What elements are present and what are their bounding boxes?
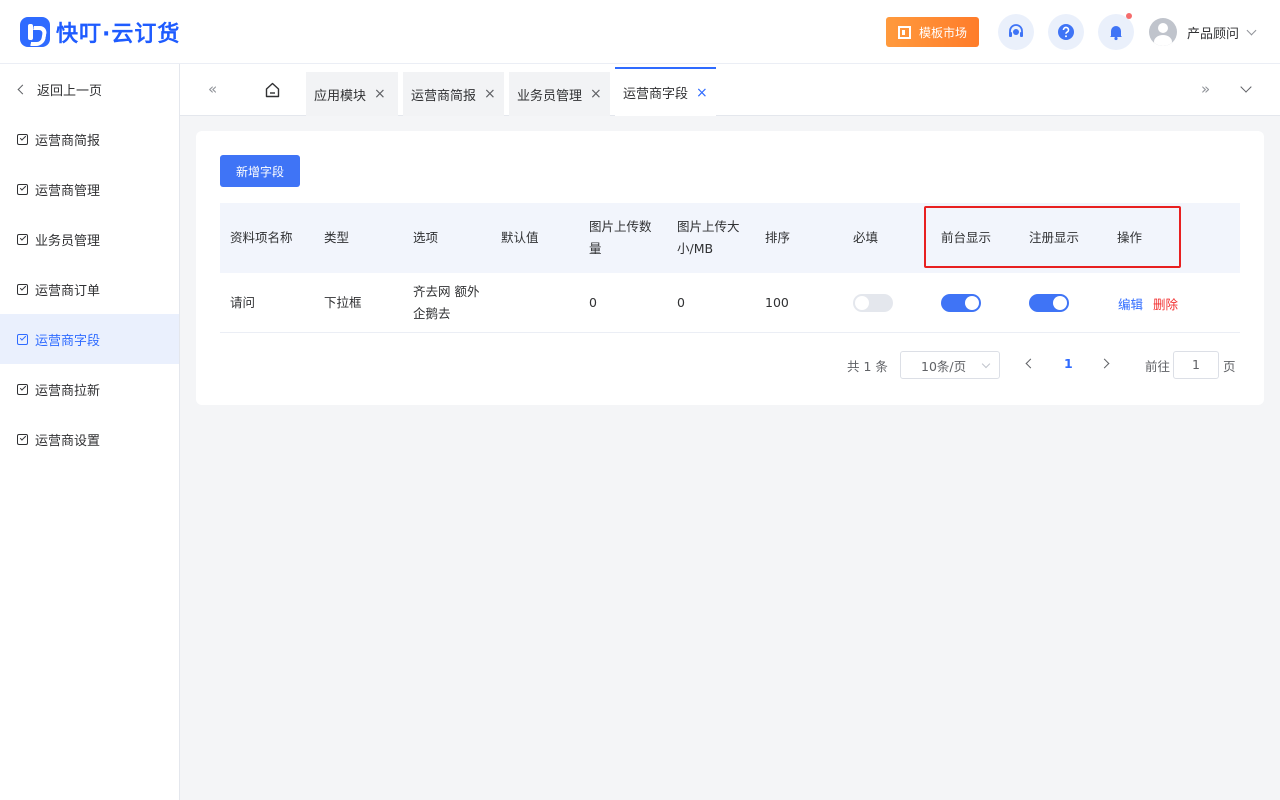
tab-operator-fields[interactable]: 运营商字段 × [615, 67, 716, 116]
close-icon[interactable]: × [696, 85, 708, 101]
chevron-down-icon [981, 359, 991, 369]
sidebar-item-label: 运营商设置 [35, 433, 101, 449]
page-size-select[interactable]: 10条/页 [900, 351, 1000, 379]
back-label: 返回上一页 [37, 83, 103, 99]
cell-name: 请问 [230, 295, 256, 310]
column-header: 必填 [853, 230, 879, 245]
top-header: 快叮·云订货 [0, 0, 1280, 64]
sidebar-item-operator-fields[interactable]: 运营商字段 [0, 314, 179, 364]
column-header: 图片上传大小/MB [677, 219, 740, 256]
goto-page-input[interactable]: 1 [1173, 351, 1219, 379]
checkbox-icon [17, 133, 28, 145]
column-header: 类型 [324, 230, 350, 245]
close-icon[interactable]: × [374, 86, 386, 102]
customer-service-button[interactable] [998, 14, 1034, 50]
template-market-button[interactable]: 模板市场 [886, 17, 979, 47]
page-size-value: 10条/页 [921, 358, 967, 374]
headset-icon [1009, 24, 1023, 37]
tab-operator-brief[interactable]: 运营商简报 × [403, 72, 504, 116]
column-header: 排序 [765, 230, 791, 245]
sidebar-item-label: 运营商简报 [35, 133, 101, 149]
checkbox-icon [17, 233, 28, 245]
sidebar-item-salesman-management[interactable]: 业务员管理 [0, 214, 179, 264]
tab-label: 业务员管理 [517, 88, 583, 104]
page-suffix: 页 [1223, 359, 1236, 374]
user-avatar[interactable] [1149, 18, 1177, 46]
delete-link[interactable]: 删除 [1153, 294, 1178, 313]
cell-sort: 100 [765, 295, 789, 310]
sidebar-item-label: 运营商管理 [35, 183, 101, 199]
register-display-switch[interactable] [1029, 294, 1069, 312]
bell-icon [1110, 26, 1122, 41]
cell-default [501, 273, 581, 333]
sidebar-item-label: 运营商字段 [35, 333, 101, 349]
help-icon [1058, 24, 1074, 40]
cell-img-size: 0 [677, 295, 685, 310]
switch-knob [855, 296, 869, 310]
sidebar-item-label: 业务员管理 [35, 233, 101, 249]
notification-dot [1126, 13, 1132, 19]
column-header: 选项 [413, 230, 439, 245]
required-switch[interactable] [853, 294, 893, 312]
template-market-label: 模板市场 [918, 25, 967, 40]
checkbox-icon [17, 333, 28, 345]
cell-type: 下拉框 [324, 295, 362, 310]
template-icon [897, 25, 911, 39]
edit-link[interactable]: 编辑 [1118, 294, 1143, 313]
switch-knob [1053, 296, 1067, 310]
double-chevron-left-icon[interactable]: « [208, 82, 217, 97]
front-display-switch[interactable] [941, 294, 981, 312]
column-header: 默认值 [501, 230, 539, 245]
sidebar-item-operator-orders[interactable]: 运营商订单 [0, 264, 179, 314]
double-chevron-right-icon[interactable]: » [1201, 82, 1210, 97]
sidebar-item-operator-management[interactable]: 运营商管理 [0, 164, 179, 214]
tab-salesman-management[interactable]: 业务员管理 × [509, 72, 610, 116]
checkbox-icon [17, 433, 28, 445]
tabs-bar: « 应用模块 × 运营商简报 × 业务员管理 × 运营商字段 × » [180, 64, 1280, 116]
sidebar-item-operator-acquisition[interactable]: 运营商拉新 [0, 364, 179, 414]
help-button[interactable] [1048, 14, 1084, 50]
sidebar: 返回上一页 运营商简报 运营商管理 业务员管理 运营商订单 运营商字段 运营商拉… [0, 64, 180, 800]
sidebar-item-operator-settings[interactable]: 运营商设置 [0, 414, 179, 464]
checkbox-icon [17, 383, 28, 395]
cell-img-count: 0 [589, 295, 597, 310]
sidebar-item-label: 运营商订单 [35, 283, 101, 299]
pagination-total: 共 1 条 [847, 359, 888, 374]
chevron-down-icon[interactable] [1240, 81, 1252, 93]
tab-label: 运营商简报 [411, 88, 477, 104]
chevron-left-icon [17, 84, 28, 94]
highlight-box [924, 206, 1181, 268]
close-icon[interactable]: × [590, 86, 602, 102]
notification-button[interactable] [1098, 13, 1134, 50]
checkbox-icon [17, 183, 28, 195]
tab-label: 应用模块 [314, 88, 367, 104]
table-row: 请问 下拉框 齐去网 额外企鹅去 0 0 100 [220, 273, 1240, 333]
close-icon[interactable]: × [484, 86, 496, 102]
checkbox-icon [17, 283, 28, 295]
column-header: 图片上传数量 [589, 219, 652, 256]
sidebar-item-label: 运营商拉新 [35, 383, 101, 399]
sidebar-item-operator-brief[interactable]: 运营商简报 [0, 114, 179, 164]
tab-label: 运营商字段 [623, 87, 689, 102]
logo-icon [20, 16, 50, 47]
home-icon[interactable] [265, 82, 280, 98]
app-logo[interactable]: 快叮·云订货 [20, 16, 180, 48]
cell-options: 齐去网 额外企鹅去 [413, 284, 480, 321]
user-name[interactable]: 产品顾问 [1187, 23, 1239, 42]
back-link[interactable]: 返回上一页 [0, 64, 179, 114]
current-page[interactable]: 1 [1064, 356, 1073, 371]
switch-knob [965, 296, 979, 310]
logo-text: 快叮·云订货 [56, 21, 181, 47]
column-header: 资料项名称 [230, 230, 293, 245]
goto-label: 前往 [1145, 359, 1171, 374]
tab-app-modules[interactable]: 应用模块 × [306, 72, 398, 116]
add-field-button[interactable]: 新增字段 [220, 155, 300, 187]
